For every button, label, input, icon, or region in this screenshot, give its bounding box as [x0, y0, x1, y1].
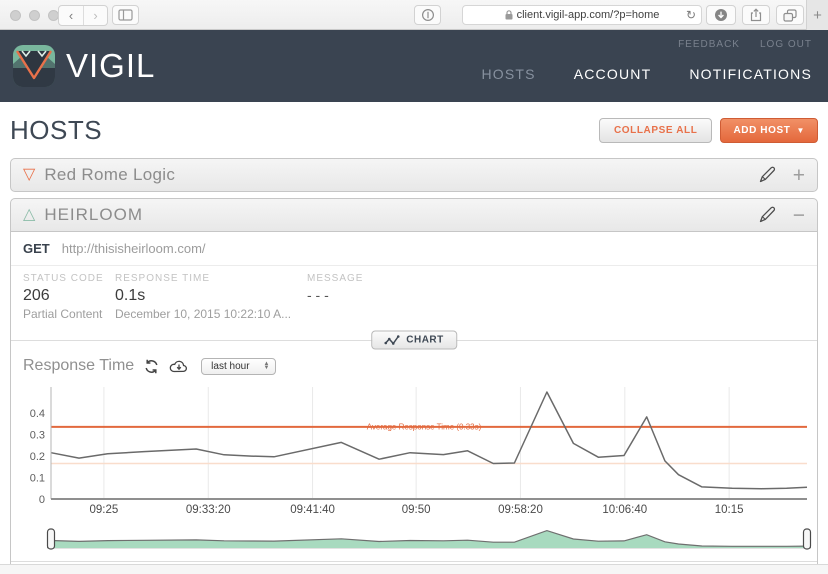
- svg-text:10:06:40: 10:06:40: [602, 504, 647, 516]
- svg-text:09:33:20: 09:33:20: [186, 504, 231, 516]
- http-method: GET: [23, 241, 50, 256]
- time-range-brush[interactable]: [11, 522, 817, 561]
- feedback-link[interactable]: FEEDBACK: [678, 39, 740, 50]
- share-button[interactable]: [742, 5, 770, 25]
- lock-icon: [505, 10, 513, 20]
- svg-text:0: 0: [39, 494, 45, 506]
- chart-section-title: Response Time: [23, 357, 135, 374]
- svg-text:0.4: 0.4: [30, 408, 45, 420]
- svg-text:09:41:40: 09:41:40: [290, 504, 335, 516]
- new-tab-button[interactable]: +: [806, 0, 828, 30]
- app-header: VIGIL FEEDBACK LOG OUT HOSTS ACCOUNT NOT…: [0, 30, 828, 102]
- forward-button[interactable]: ›: [83, 6, 107, 25]
- page-bottom-strip: [0, 564, 828, 574]
- app-window: ‹ › client.vigil-app.com/?p=home ↻ + VIG…: [0, 0, 828, 574]
- page-title: HOSTS: [10, 115, 103, 145]
- vigil-logo-icon: [13, 45, 55, 87]
- host-name: Red Rome Logic: [44, 165, 176, 184]
- svg-text:Average Response Time (0.33s): Average Response Time (0.33s): [367, 422, 482, 431]
- time-range-select[interactable]: last hour ▲ ▼: [201, 357, 277, 375]
- nav-account[interactable]: ACCOUNT: [574, 66, 652, 82]
- nav-hosts[interactable]: HOSTS: [481, 66, 535, 82]
- brand-name: VIGIL: [66, 47, 156, 84]
- window-controls[interactable]: [10, 10, 59, 21]
- tabs-icon: [783, 8, 797, 22]
- up-triangle-icon: △: [23, 206, 36, 223]
- tab-overview-button[interactable]: [776, 5, 804, 25]
- chevron-down-icon: ▼: [796, 126, 805, 135]
- edit-pencil-icon[interactable]: [757, 205, 777, 225]
- line-chart-icon: [384, 335, 400, 345]
- response-time-chart: Average Response Time (0.33s) 0 0.1 0.2 0.3 0…: [11, 381, 817, 522]
- host-row-heirloom[interactable]: △ HEIRLOOM −: [10, 198, 818, 232]
- sidebar-icon: [118, 9, 133, 21]
- reload-icon[interactable]: ↻: [686, 8, 696, 22]
- host-detail-panel: GET http://thisisheirloom.com/ STATUS CO…: [10, 232, 818, 574]
- refresh-button[interactable]: [144, 359, 159, 374]
- svg-text:0.3: 0.3: [30, 429, 45, 441]
- time-range-value: last hour: [211, 360, 250, 372]
- brush-canvas: [46, 528, 812, 550]
- refresh-icon: [145, 359, 158, 373]
- add-host-button[interactable]: ADD HOST ▼: [720, 118, 818, 143]
- svg-text:0.1: 0.1: [30, 472, 45, 484]
- down-triangle-icon: ▽: [23, 166, 36, 183]
- checked-at-timestamp: December 10, 2015 10:22:10 A...: [115, 307, 292, 321]
- sidebar-button[interactable]: [112, 5, 139, 25]
- logout-link[interactable]: LOG OUT: [760, 39, 812, 50]
- svg-text:09:50: 09:50: [402, 504, 431, 516]
- cloud-download-icon: [169, 360, 188, 373]
- expand-toggle[interactable]: +: [793, 165, 805, 186]
- download-data-button[interactable]: [169, 359, 189, 373]
- chart-canvas: Average Response Time (0.33s) 0 0.1 0.2 0.3 0…: [30, 387, 808, 516]
- svg-text:0.2: 0.2: [30, 451, 45, 463]
- address-url: client.vigil-app.com/?p=home: [516, 9, 660, 21]
- downloads-button[interactable]: [706, 5, 736, 25]
- browser-toolbar: ‹ › client.vigil-app.com/?p=home ↻ +: [0, 0, 828, 30]
- svg-text:09:58:20: 09:58:20: [498, 504, 543, 516]
- svg-text:10:15: 10:15: [715, 504, 744, 516]
- share-icon: [750, 8, 762, 22]
- message-label: MESSAGE: [307, 273, 364, 284]
- download-icon: [715, 9, 727, 21]
- close-window-icon[interactable]: [10, 10, 21, 21]
- monitored-url: http://thisisheirloom.com/: [61, 241, 206, 256]
- page-content: HOSTS COLLAPSE ALL ADD HOST ▼ ▽ Red Rome…: [0, 115, 828, 574]
- select-stepper-icon: ▲ ▼: [263, 361, 270, 371]
- chart-toggle-button[interactable]: CHART: [371, 330, 457, 350]
- host-row-red-rome-logic[interactable]: ▽ Red Rome Logic +: [10, 158, 818, 192]
- privacy-report-button[interactable]: [414, 5, 441, 25]
- status-text: Partial Content: [23, 307, 103, 321]
- chart-button-label: CHART: [406, 334, 444, 346]
- message-value: - - -: [307, 287, 329, 303]
- back-button[interactable]: ‹: [59, 6, 83, 25]
- collapse-all-button[interactable]: COLLAPSE ALL: [598, 118, 713, 143]
- address-bar[interactable]: client.vigil-app.com/?p=home ↻: [462, 5, 702, 25]
- nav-notifications[interactable]: NOTIFICATIONS: [689, 66, 812, 82]
- response-time-value: 0.1s: [115, 287, 146, 304]
- status-code-label: STATUS CODE: [23, 273, 104, 284]
- edit-pencil-icon[interactable]: [757, 165, 777, 185]
- privacy-report-icon: [421, 8, 434, 22]
- response-time-label: RESPONSE TIME: [115, 273, 211, 284]
- minimize-window-icon[interactable]: [29, 10, 40, 21]
- add-host-label: ADD HOST: [733, 125, 791, 136]
- svg-text:09:25: 09:25: [90, 504, 119, 516]
- collapse-toggle[interactable]: −: [793, 205, 805, 226]
- host-name: HEIRLOOM: [44, 205, 143, 224]
- status-code-value: 206: [23, 287, 50, 304]
